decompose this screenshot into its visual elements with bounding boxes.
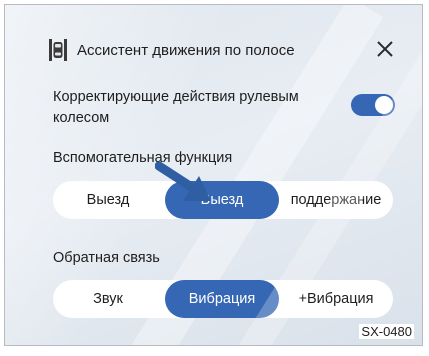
feedback-option-sound[interactable]: Звук — [53, 280, 163, 318]
panel-header: Ассистент движения по полосе — [49, 35, 399, 65]
feedback-selector: Звук Вибрация +Вибрация — [53, 280, 393, 318]
assist-option-keep[interactable]: поддержание — [279, 181, 393, 219]
feedback-label: Обратная связь — [53, 250, 160, 266]
pointer-arrow-icon — [155, 161, 211, 201]
assist-option-exit-1[interactable]: Выезд — [53, 181, 163, 219]
assist-function-selector: Выезд Выезд поддержание — [53, 181, 393, 219]
figure-code: SX-0480 — [359, 324, 414, 339]
steering-correction-label: Корректирующие действия рулевым колесом — [53, 89, 299, 126]
lane-assist-panel: Ассистент движения по полосе Корректирую… — [4, 4, 423, 346]
feedback-option-vibration[interactable]: Вибрация — [165, 280, 279, 318]
steering-correction-toggle[interactable] — [351, 94, 395, 116]
lane-assist-car-icon — [49, 39, 67, 61]
close-icon[interactable] — [373, 37, 397, 61]
toggle-knob — [375, 96, 393, 114]
feedback-option-plus-vibration[interactable]: +Вибрация — [279, 280, 393, 318]
panel-title: Ассистент движения по полосе — [77, 41, 295, 59]
